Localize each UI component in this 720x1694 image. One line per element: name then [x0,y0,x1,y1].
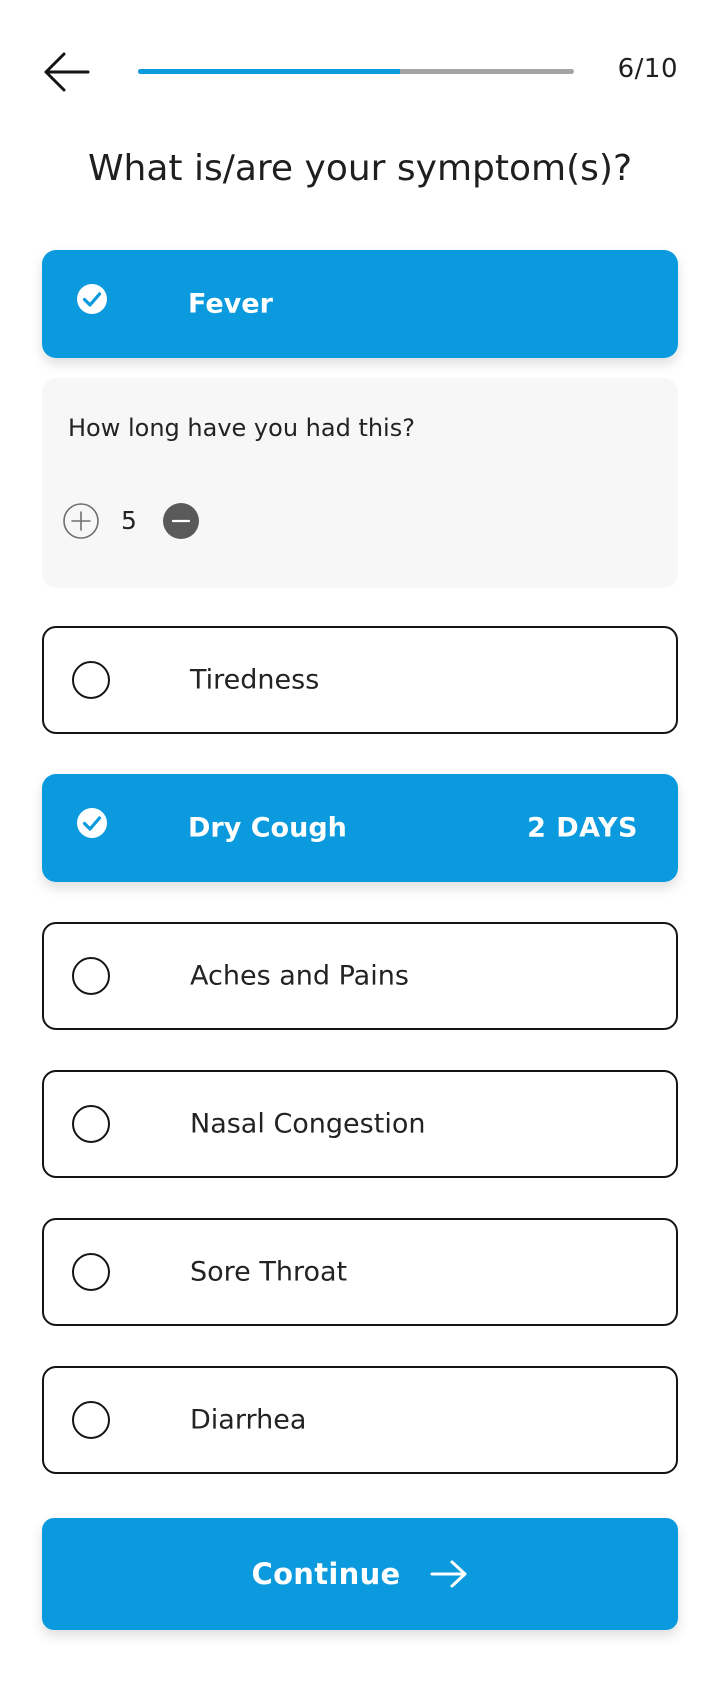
duration-badge: 2 DAYS [527,812,638,844]
duration-panel: How long have you had this? 5 [42,378,678,588]
check-circle-icon [77,808,107,838]
plus-circle-icon[interactable] [62,502,100,540]
symptom-label: Dry Cough [188,812,347,844]
symptom-option-sore-throat[interactable]: Sore Throat [42,1218,678,1326]
arrow-left-icon [44,52,90,92]
continue-label: Continue [251,1557,401,1591]
symptom-label: Tiredness [190,664,320,696]
symptom-option-fever[interactable]: Fever [42,250,678,358]
minus-circle-icon[interactable] [162,502,200,540]
check-circle-icon [77,284,107,314]
radio-button[interactable] [72,1253,110,1291]
symptom-option-aches-and-pains[interactable]: Aches and Pains [42,922,678,1030]
progress-fill [138,69,400,74]
continue-button[interactable]: Continue [42,1518,678,1630]
symptom-label: Diarrhea [190,1404,307,1436]
header: 6/10 [0,0,720,140]
radio-button[interactable] [72,661,110,699]
radio-button[interactable] [72,1401,110,1439]
page-title: What is/are your symptom(s)? [87,148,633,189]
symptom-option-nasal-congestion[interactable]: Nasal Congestion [42,1070,678,1178]
duration-question: How long have you had this? [68,414,415,442]
symptom-label: Aches and Pains [190,960,409,992]
duration-value: 5 [121,506,137,535]
symptom-label: Sore Throat [190,1256,348,1288]
radio-button[interactable] [72,957,110,995]
symptom-option-dry-cough[interactable]: Dry Cough 2 DAYS [42,774,678,882]
symptom-label: Fever [188,288,273,320]
arrow-right-icon [430,1560,466,1588]
symptom-option-tiredness[interactable]: Tiredness [42,626,678,734]
progress-bar [138,69,574,74]
symptom-label: Nasal Congestion [190,1108,426,1140]
symptom-option-diarrhea[interactable]: Diarrhea [42,1366,678,1474]
back-button[interactable] [38,48,94,96]
progress-count: 6/10 [617,54,678,84]
radio-button[interactable] [72,1105,110,1143]
